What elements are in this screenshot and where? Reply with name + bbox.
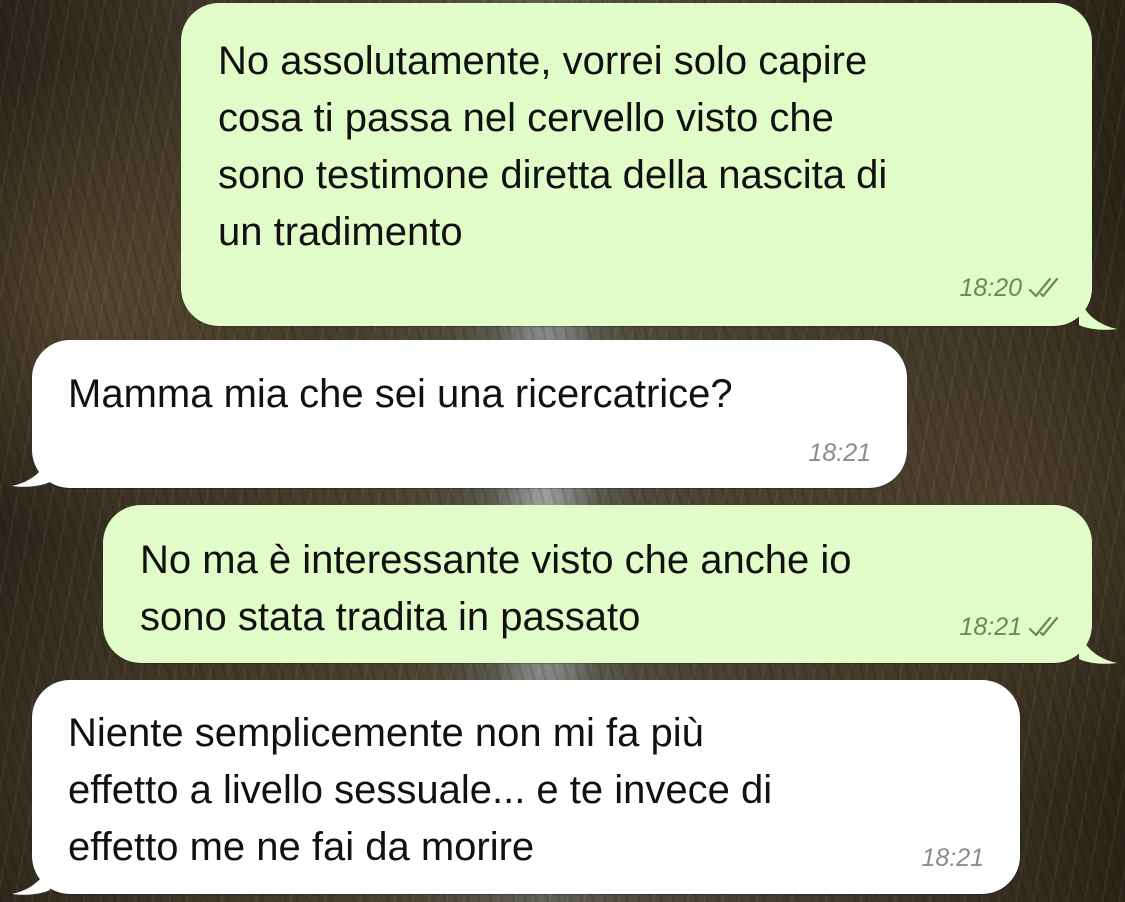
message-time: 18:20 [959, 274, 1022, 302]
message-text: Mamma mia che sei una ricercatrice? [68, 372, 733, 416]
message-bubble-incoming[interactable]: Niente semplicemente non mi fa più effet… [12, 680, 1020, 895]
message-meta: 18:21 [921, 843, 984, 873]
double-check-icon [1028, 616, 1059, 637]
double-check-icon [1028, 277, 1059, 298]
message-bubble-incoming[interactable]: Mamma mia che sei una ricercatrice? 18:2… [12, 340, 907, 488]
message-time: 18:21 [808, 439, 871, 467]
message-bubble-outgoing[interactable]: No assolutamente, vorrei solo capire cos… [181, 3, 1117, 330]
message-meta: 18:20 [959, 273, 1066, 303]
bubble-tail [12, 454, 50, 487]
chat-background: No assolutamente, vorrei solo capire cos… [0, 0, 1125, 902]
bubble-tail [12, 862, 50, 895]
bubble-tail [1079, 297, 1117, 330]
message-time: 18:21 [959, 613, 1022, 641]
message-text: No assolutamente, vorrei solo capire cos… [218, 39, 888, 254]
message-meta: 18:21 [959, 612, 1066, 642]
message-time: 18:21 [921, 844, 984, 872]
message-bubble-outgoing[interactable]: No ma è interessante visto che anche io … [103, 505, 1117, 664]
message-text: No ma è interessante visto che anche io … [140, 538, 852, 639]
message-meta: 18:21 [808, 438, 871, 468]
bubble-tail [1079, 631, 1117, 664]
message-text: Niente semplicemente non mi fa più effet… [68, 711, 773, 869]
